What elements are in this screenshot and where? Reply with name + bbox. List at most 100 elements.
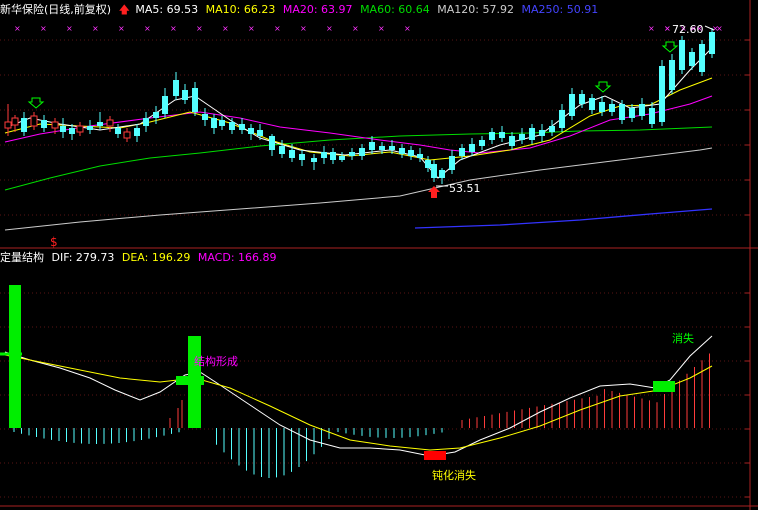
marker-x: × (144, 24, 151, 33)
marker-x: × (14, 24, 21, 33)
candle-body (629, 108, 635, 118)
candle-body (689, 52, 695, 66)
marker-x: × (222, 24, 229, 33)
ma10-line (4, 77, 713, 161)
candle-body (60, 126, 66, 132)
candle-body (619, 104, 625, 120)
candle-body (123, 131, 131, 139)
candle-body (408, 150, 414, 156)
candle-body (173, 80, 179, 96)
candle-body (257, 130, 263, 136)
candle-body (599, 102, 605, 112)
candle-body (106, 119, 114, 127)
candle-body (529, 128, 535, 140)
candle-body (431, 164, 437, 178)
marker-x: × (196, 24, 203, 33)
marker-x: × (248, 24, 255, 33)
marker-x: × (40, 24, 47, 33)
candle-body (359, 148, 365, 156)
down-arrow-icon (27, 97, 45, 109)
candle-body (669, 60, 675, 90)
down-arrow-icon (594, 81, 612, 93)
marker-x: × (118, 24, 125, 33)
marker-x: × (92, 24, 99, 33)
candle-body (399, 148, 405, 154)
candle-body (369, 142, 375, 150)
candle-body (469, 144, 475, 152)
candle-body (289, 150, 295, 158)
candle-body (639, 104, 645, 116)
blunt-block (424, 451, 446, 460)
candle-body (659, 66, 665, 122)
candle-body (417, 154, 423, 158)
candle-body (192, 88, 198, 112)
candle-body (379, 146, 385, 150)
ma5-line (4, 47, 713, 179)
marker-x: × (352, 24, 359, 33)
candle-body (330, 152, 336, 160)
candle-body (87, 126, 93, 130)
candle-body (11, 117, 19, 126)
up-arrow-icon (428, 186, 440, 198)
marker-x: × (378, 24, 385, 33)
structure-formed-label: 结构形成 (194, 354, 238, 368)
candle-body (609, 104, 615, 112)
marker-x: × (664, 24, 671, 33)
candle-body (299, 154, 305, 160)
candle-body (539, 130, 545, 136)
down-arrow-icon (661, 41, 679, 53)
high-price-label: 72.60 (672, 23, 704, 36)
candle-body (269, 136, 275, 150)
marker-x: × (274, 24, 281, 33)
candle-body (76, 125, 84, 133)
candle-body (459, 148, 465, 156)
marker-x: × (66, 24, 73, 33)
candle-body (239, 124, 245, 130)
marker-x: × (648, 24, 655, 33)
dollar-mark: $ (50, 235, 58, 249)
candle-body (569, 94, 575, 116)
candle-body (134, 128, 140, 136)
candle-body (649, 108, 655, 124)
candle-body (339, 156, 345, 160)
candle-body (479, 140, 485, 146)
marker-x: × (326, 24, 333, 33)
candle-body (69, 128, 75, 134)
candle-body (509, 136, 515, 146)
candle-body (97, 122, 103, 126)
candle-body (182, 90, 188, 100)
candle-body (311, 158, 317, 162)
candle-body (211, 118, 217, 128)
candle-body (41, 120, 47, 128)
ma250-line (414, 208, 713, 229)
candle-body (499, 132, 505, 138)
marker-x: × (404, 24, 411, 33)
low-price-label: 53.51 (449, 182, 481, 195)
candle-body (229, 122, 235, 130)
candle-body (579, 94, 585, 104)
candle-body (519, 134, 525, 140)
candle-body (389, 146, 395, 150)
candle-body (549, 126, 555, 132)
candle-body (709, 32, 715, 54)
candle-body (30, 115, 38, 127)
candle-body (162, 96, 168, 114)
candle-body (439, 170, 445, 178)
candle-body (559, 110, 565, 128)
disappear-block (653, 381, 675, 392)
candle-body (153, 112, 159, 118)
candle-body (4, 121, 12, 129)
candle-body (21, 118, 27, 132)
blunt-disappear-label: 钝化消失 (432, 468, 476, 482)
marker-x: × (170, 24, 177, 33)
candle-body (248, 128, 254, 134)
marker-x: × (712, 24, 719, 33)
stock-chart[interactable]: × × × × × × × × × × × × × × × × × × ×× × × × × 72.60 53.51 $ 结… (0, 0, 758, 510)
marker-x: × (300, 24, 307, 33)
candle-body (489, 132, 495, 140)
candle-body (449, 156, 455, 170)
candle-body (349, 152, 355, 156)
candle-body (219, 120, 225, 126)
candle-body (143, 118, 149, 126)
structure-bar (9, 285, 21, 428)
